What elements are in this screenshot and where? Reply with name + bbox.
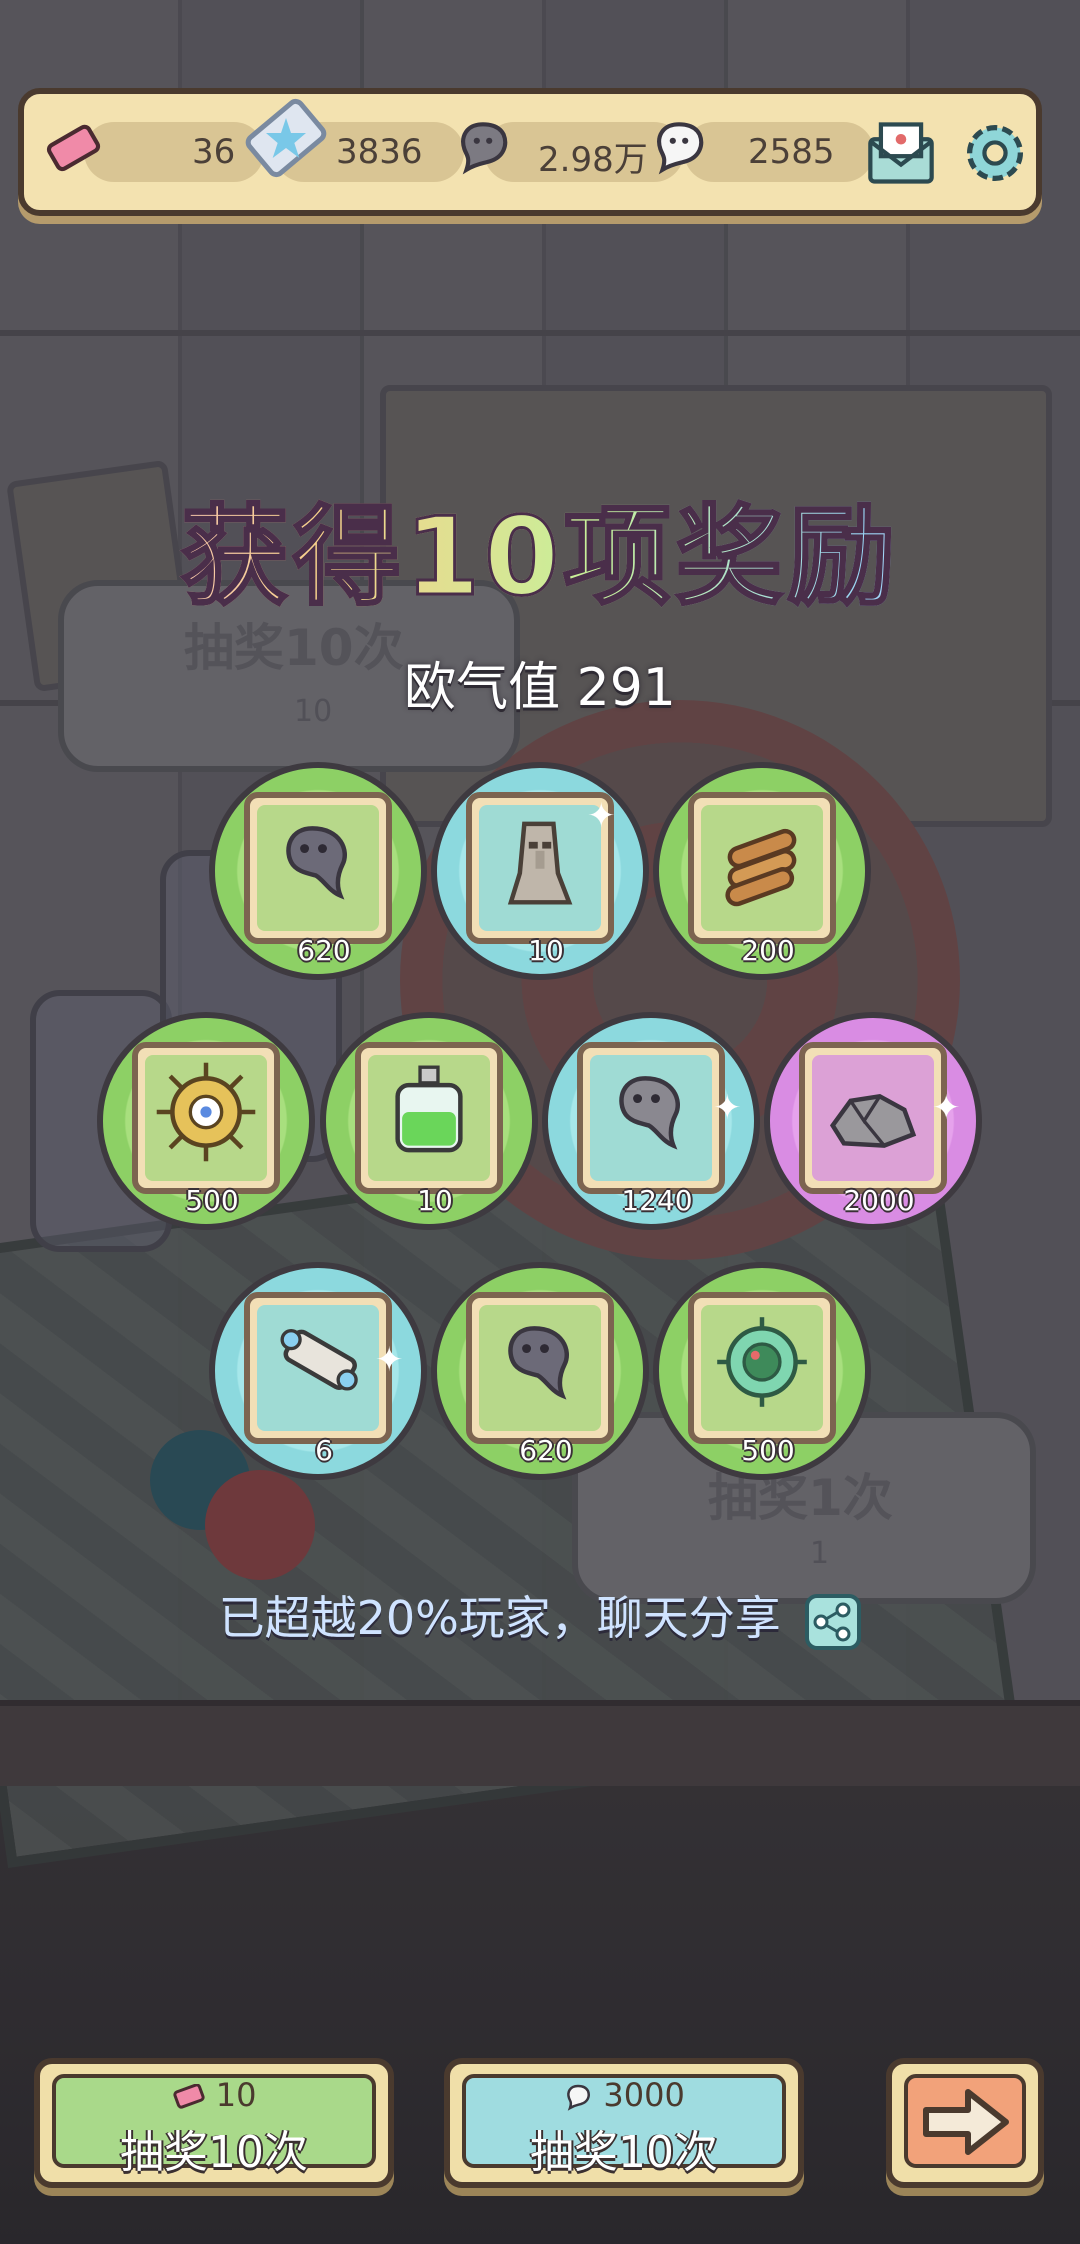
share-text: 已超越20%玩家，聊天分享 [218,1591,781,1645]
resource-value: 3836 [336,132,423,172]
reward-item[interactable]: 620 [431,1262,649,1480]
resource-value: 36 [192,132,236,172]
reward-qty: 620 [297,934,351,967]
resource-value: 2585 [748,132,835,172]
luck-value-text: 欧气值 291 [404,658,676,718]
scroll-icon [280,1328,358,1391]
resource-value: 2.98万 [538,140,648,180]
reward-qty: 500 [741,1434,795,1467]
ghost-essence-icon [286,826,347,900]
reward-item[interactable]: 620 [209,762,427,980]
ticket-pink-icon [46,124,101,172]
reward-item[interactable]: ✦ 2000 [764,1012,982,1230]
stone-statue-icon [507,821,573,905]
draw-10-ghost-button[interactable]: 3000 抽奖10次 [444,2058,804,2188]
arrow-right-icon [923,2089,1009,2155]
reward-title: 获得10项奖励 [0,470,1080,626]
reward-qty: 620 [519,1434,573,1467]
reward-qty: 2000 [843,1184,915,1217]
share-row[interactable]: 已超越20%玩家，聊天分享 [0,1582,1080,1650]
reward-item[interactable]: 500 [97,1012,315,1230]
gear-icon[interactable] [958,116,1032,190]
ticket-blue-icon [245,98,327,178]
reward-item[interactable]: ✦ 10 [431,762,649,980]
reward-item[interactable]: ✦ 6 [209,1262,427,1480]
ghost-white-icon [657,122,704,175]
ghost-white-icon [567,2084,591,2111]
wood-logs-icon [725,828,797,907]
next-button[interactable] [886,2058,1044,2188]
reward-qty: 500 [185,1184,239,1217]
reward-item[interactable]: ✦ 1240 [542,1012,760,1230]
mail-icon[interactable] [864,116,938,190]
ghost-essence-icon [508,1326,569,1400]
golden-wheel-icon [156,1062,256,1162]
share-icon[interactable] [805,1593,862,1650]
reward-qty: 6 [315,1434,333,1467]
reward-qty: 1240 [621,1184,693,1217]
reward-qty: 10 [417,1184,453,1217]
reward-item[interactable]: 200 [653,762,871,980]
draw-10-ticket-button[interactable]: 10 抽奖10次 [34,2058,394,2188]
ghost-gray-icon [461,122,508,175]
reward-qty: 200 [741,934,795,967]
green-orb-icon [717,1317,807,1407]
reward-qty: 10 [528,934,564,967]
resource-bar: 36 3836 2.98万 2585 [18,88,1042,216]
ticket-pink-icon [172,2083,205,2109]
stone-ore-icon [829,1093,917,1148]
green-potion-icon [395,1065,463,1153]
reward-item[interactable]: 500 [653,1262,871,1480]
ghost-essence-icon [619,1076,680,1150]
reward-item[interactable]: 10 [320,1012,538,1230]
